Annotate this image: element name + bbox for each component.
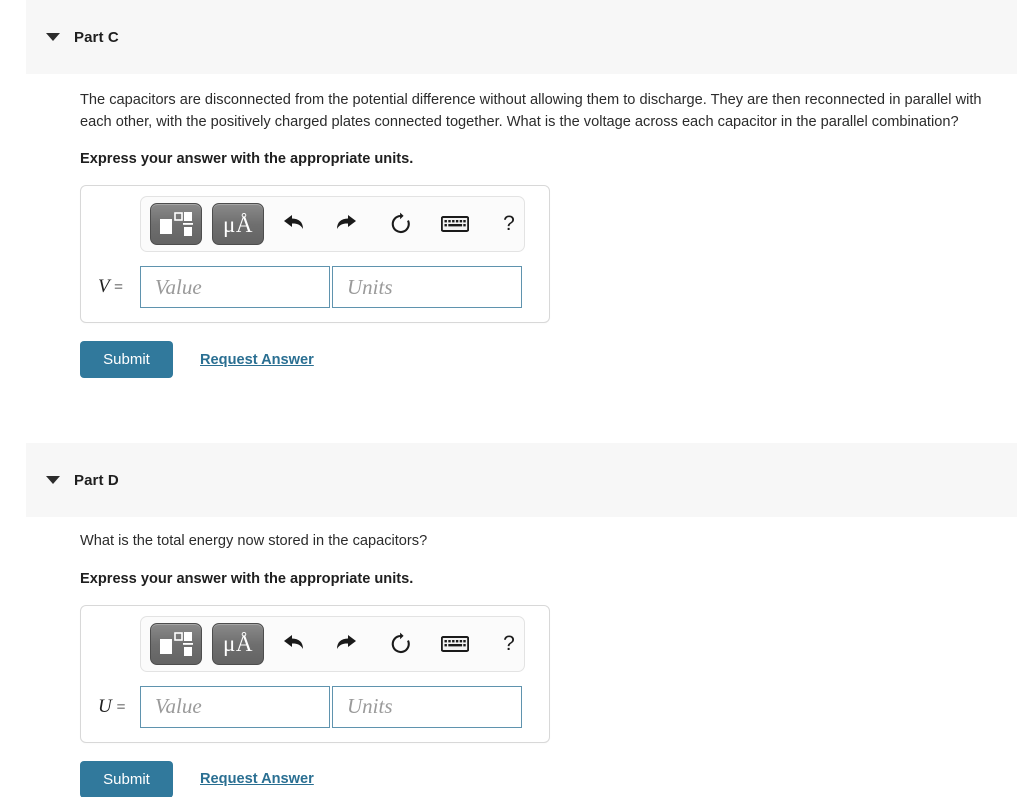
part-header-d[interactable]: Part D — [26, 443, 1017, 517]
variable-label-d: U = — [98, 695, 126, 717]
template-icon-glyph — [160, 212, 193, 236]
reset-icon-glyph — [391, 632, 410, 653]
units-input-c[interactable] — [332, 266, 522, 308]
value-input-d[interactable] — [140, 685, 330, 728]
undo-icon[interactable] — [268, 623, 318, 665]
answer-field-row-d: U = — [93, 685, 537, 728]
problem-page: Part C The capacitors are disconnected f… — [0, 0, 1024, 797]
chevron-down-icon[interactable] — [46, 476, 60, 484]
variable-label-c: V = — [98, 276, 124, 297]
actions-d: Submit Request Answer — [80, 760, 1010, 797]
undo-icon[interactable] — [268, 203, 318, 245]
help-icon[interactable]: ? — [484, 203, 534, 245]
request-answer-link-c[interactable]: Request Answer — [200, 352, 314, 368]
units-icon-label: μÅ — [223, 211, 253, 237]
redo-icon[interactable] — [322, 623, 372, 665]
part-title-c: Part C — [74, 28, 119, 46]
submit-button-c[interactable]: Submit — [80, 341, 173, 378]
units-input-d[interactable] — [332, 685, 522, 728]
redo-icon[interactable] — [322, 203, 372, 245]
keyboard-icon[interactable] — [430, 203, 480, 245]
chevron-down-icon[interactable] — [46, 33, 60, 41]
template-icon[interactable] — [150, 203, 202, 245]
keyboard-icon[interactable] — [430, 623, 480, 665]
math-toolbar-d: μÅ ? — [140, 615, 525, 672]
units-icon[interactable]: μÅ — [212, 622, 264, 665]
answer-box-d: μÅ ? U = Value Units — [80, 604, 550, 743]
units-icon-label: μÅ — [223, 631, 253, 656]
reset-icon-glyph — [391, 212, 410, 234]
reset-icon[interactable] — [376, 203, 426, 245]
answer-instruction-c: Express your answer with the appropriate… — [80, 151, 414, 167]
submit-button-d[interactable]: Submit — [80, 760, 173, 797]
request-answer-link-d[interactable]: Request Answer — [200, 771, 314, 787]
keyboard-icon-glyph — [441, 635, 469, 652]
question-prompt-c: The capacitors are disconnected from the… — [80, 92, 982, 130]
template-icon-glyph — [160, 631, 193, 656]
redo-icon-glyph — [337, 215, 356, 229]
help-icon[interactable]: ? — [484, 623, 534, 665]
math-toolbar-c: μÅ ? — [140, 196, 525, 252]
units-icon[interactable]: μÅ — [212, 203, 264, 245]
part-body-d: What is the total energy now stored in t… — [80, 531, 1010, 797]
actions-c: Submit Request Answer — [80, 341, 1010, 378]
part-header-c[interactable]: Part C — [26, 0, 1017, 74]
redo-icon-glyph — [337, 634, 356, 649]
answer-instruction-d: Express your answer with the appropriate… — [80, 570, 414, 587]
template-icon[interactable] — [150, 622, 202, 665]
answer-field-row-c: V = — [93, 266, 537, 308]
help-icon-label: ? — [503, 212, 515, 235]
undo-icon-glyph — [284, 215, 303, 229]
question-prompt-d: What is the total energy now stored in t… — [80, 533, 428, 549]
part-title-d: Part D — [74, 471, 119, 489]
reset-icon[interactable] — [376, 623, 426, 665]
value-input-c[interactable] — [140, 266, 330, 308]
part-body-c: The capacitors are disconnected from the… — [80, 90, 1010, 378]
keyboard-icon-glyph — [441, 216, 469, 232]
help-icon-label: ? — [503, 631, 515, 655]
undo-icon-glyph — [284, 634, 303, 649]
answer-box-c: μÅ ? V = Value Units — [80, 185, 550, 323]
